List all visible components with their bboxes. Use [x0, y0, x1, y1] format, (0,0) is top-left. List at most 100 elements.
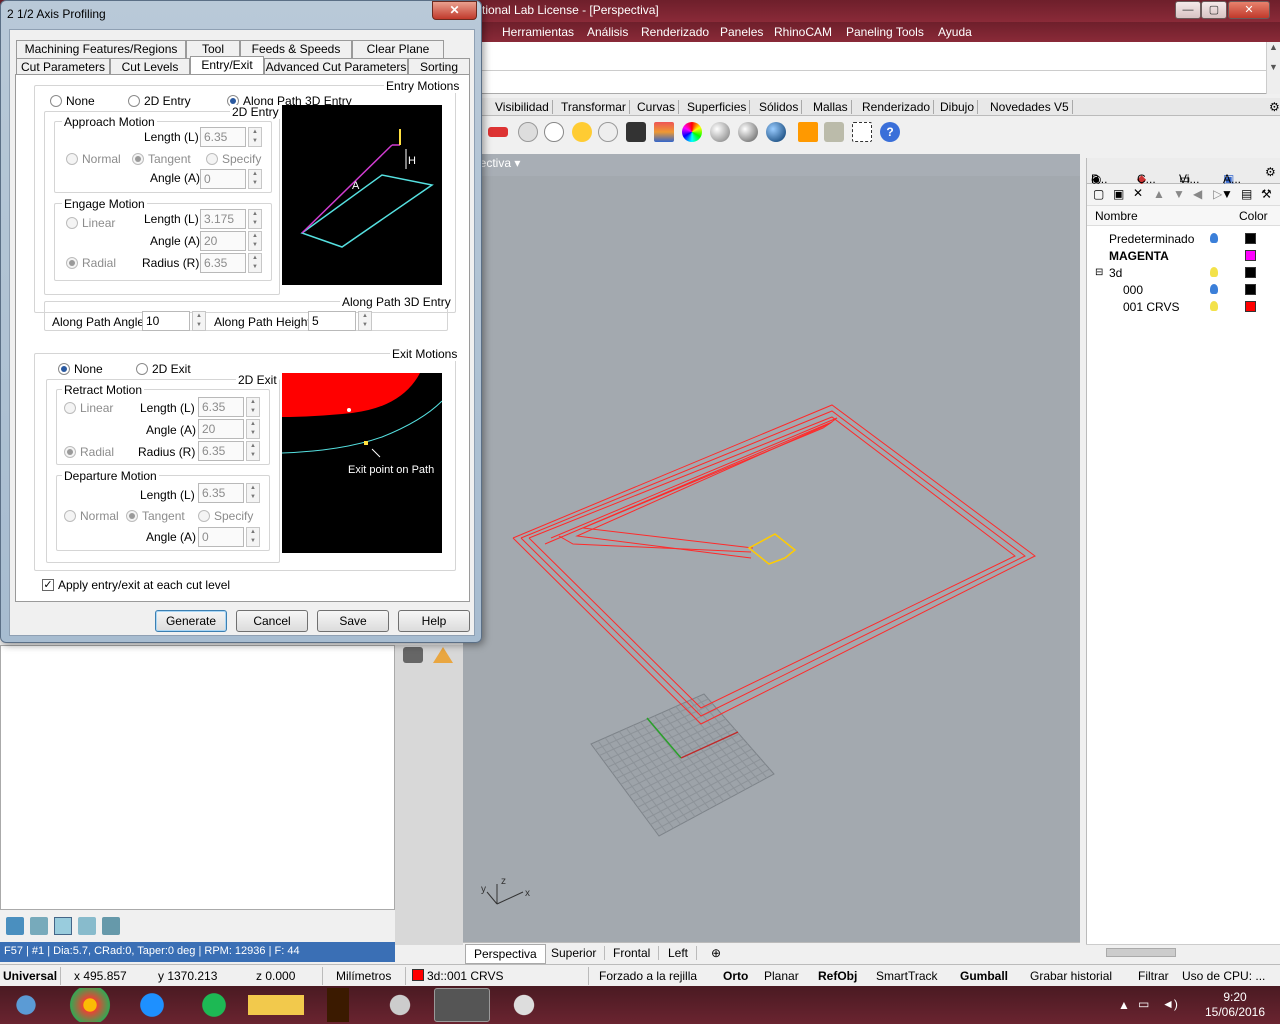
departure-angle-stepper[interactable]: ▲ ▼: [246, 527, 260, 547]
tab-frontal[interactable]: Frontal: [605, 946, 660, 960]
simulate-icon[interactable]: [30, 917, 48, 935]
cpu-usage[interactable]: Uso de CPU: ...: [1182, 969, 1265, 983]
tab-entry-exit[interactable]: Entry/Exit: [190, 56, 264, 76]
sphere-render-icon[interactable]: [710, 122, 730, 142]
light-icon[interactable]: [572, 122, 592, 142]
sun-icon[interactable]: [798, 122, 818, 142]
collapse-icon[interactable]: ⊟: [1095, 267, 1103, 278]
command-history[interactable]: ▲ ▼: [482, 42, 1280, 94]
restore-button[interactable]: ▢: [1201, 1, 1227, 19]
units-label[interactable]: Milímetros: [336, 969, 391, 983]
entry-2d-radio[interactable]: [128, 95, 140, 107]
tab-novedades-v5[interactable]: Novedades V5: [987, 100, 1073, 114]
layer-name[interactable]: Predeterminado: [1109, 232, 1194, 246]
tab-transformar[interactable]: Transformar: [558, 100, 630, 114]
engage-length-stepper[interactable]: ▲ ▼: [248, 209, 262, 229]
menu-item-herramientas[interactable]: Herramientas: [502, 25, 574, 39]
filter-toggle[interactable]: Filtrar: [1138, 969, 1169, 983]
delete-icon[interactable]: ✕: [1133, 186, 1143, 200]
layer-color-swatch[interactable]: [1245, 233, 1256, 244]
approach-specify-radio[interactable]: [206, 153, 218, 165]
layers-scrollbar[interactable]: [1086, 944, 1280, 960]
tab-dibujo[interactable]: Dibujo: [937, 100, 979, 114]
layer-name[interactable]: 001 CRVS: [1123, 300, 1179, 314]
menu-item-rhinocam[interactable]: RhinoCAM: [774, 25, 832, 39]
folder-icon[interactable]: [248, 988, 304, 1022]
tab-superior[interactable]: Superior: [543, 946, 606, 960]
sphere-shade-icon[interactable]: [738, 122, 758, 142]
along-path-angle-input[interactable]: 10: [142, 311, 190, 331]
rhino-icon[interactable]: [434, 988, 490, 1022]
generate-button[interactable]: Generate: [155, 610, 227, 632]
tab-solidos[interactable]: Sólidos: [756, 100, 803, 114]
menu-item-paneling-tools[interactable]: Paneling Tools: [846, 25, 924, 39]
network-icon[interactable]: ▭: [1138, 997, 1149, 1011]
material-icon[interactable]: [654, 122, 674, 142]
layer-color-swatch[interactable]: [1245, 250, 1256, 261]
menu-item-paneles[interactable]: Paneles: [720, 25, 763, 39]
lightbulb-icon[interactable]: [1210, 284, 1218, 294]
minimize-button[interactable]: —: [1175, 1, 1201, 19]
color-wheel-icon[interactable]: [682, 122, 702, 142]
settings-icon[interactable]: [824, 122, 844, 142]
internet-explorer-icon[interactable]: [124, 988, 180, 1022]
along-path-height-stepper[interactable]: ▲ ▼: [358, 311, 372, 331]
engage-radius-stepper[interactable]: ▲ ▼: [248, 253, 262, 273]
menu-item-analisis[interactable]: Análisis: [587, 25, 628, 39]
retract-length-stepper[interactable]: ▲ ▼: [246, 397, 260, 417]
post-icon[interactable]: [78, 917, 96, 935]
osnap-toggle[interactable]: RefObj: [818, 969, 857, 983]
layer-color-swatch[interactable]: [1245, 284, 1256, 295]
entry-none-radio[interactable]: [50, 95, 62, 107]
tab-superficies[interactable]: Superficies: [684, 100, 751, 114]
camera-icon[interactable]: [518, 122, 538, 142]
layer-row[interactable]: MAGENTA: [1087, 247, 1280, 264]
lightbulb-icon[interactable]: [1210, 301, 1218, 311]
save-button[interactable]: Save: [317, 610, 389, 632]
layer-color-swatch[interactable]: [1245, 301, 1256, 312]
tab-left[interactable]: Left: [660, 946, 698, 960]
tray-arrow-icon[interactable]: ▲: [1118, 998, 1130, 1012]
layer-color-swatch[interactable]: [412, 969, 424, 981]
layer-name[interactable]: 3d: [1109, 266, 1122, 280]
selection-icon[interactable]: [852, 122, 872, 142]
exit-none-radio[interactable]: [58, 363, 70, 375]
departure-length-input[interactable]: 6.35: [198, 483, 244, 503]
history-toggle[interactable]: Grabar historial: [1030, 969, 1112, 983]
tool-icon[interactable]: [102, 917, 120, 935]
document-icon[interactable]: ▤: [1241, 187, 1252, 201]
layer-name[interactable]: MAGENTA: [1109, 249, 1169, 263]
move-left-icon[interactable]: ◀: [1193, 187, 1202, 201]
paint-icon[interactable]: [496, 988, 552, 1022]
column-name[interactable]: Nombre: [1095, 209, 1138, 223]
lock-icon[interactable]: [626, 122, 646, 142]
bulb-icon[interactable]: [598, 122, 618, 142]
approach-angle-stepper[interactable]: ▲ ▼: [248, 169, 262, 189]
current-layer[interactable]: 3d::001 CRVS: [427, 969, 504, 983]
approach-length-input[interactable]: 6.35: [200, 127, 246, 147]
layer-row[interactable]: 001 CRVS: [1087, 298, 1280, 315]
chrome-icon[interactable]: [62, 988, 118, 1022]
lightbulb-icon[interactable]: [1210, 233, 1218, 243]
sphere-blue-icon[interactable]: [766, 122, 786, 142]
target-icon[interactable]: [544, 122, 564, 142]
departure-tangent-radio[interactable]: [126, 510, 138, 522]
tab-perspectiva[interactable]: Perspectiva: [465, 944, 546, 964]
toolpath-icon[interactable]: [54, 917, 72, 935]
layer-name[interactable]: 000: [1123, 283, 1143, 297]
retract-linear-radio[interactable]: [64, 402, 76, 414]
engage-radial-radio[interactable]: [66, 257, 78, 269]
engage-radius-input[interactable]: 6.35: [200, 253, 246, 273]
column-color[interactable]: Color: [1239, 209, 1268, 223]
add-viewport-icon[interactable]: ⊕: [703, 946, 729, 960]
perspective-viewport[interactable]: z x y: [463, 176, 1080, 942]
grid-snap-toggle[interactable]: Forzado a la rejilla: [599, 969, 697, 983]
approach-angle-input[interactable]: 0: [200, 169, 246, 189]
operation-icon[interactable]: [6, 917, 24, 935]
retract-angle-stepper[interactable]: ▲ ▼: [246, 419, 260, 439]
cancel-button[interactable]: Cancel: [236, 610, 308, 632]
dialog-close-button[interactable]: ✕: [432, 1, 477, 20]
tab-curvas[interactable]: Curvas: [634, 100, 680, 114]
close-button[interactable]: ✕: [1228, 1, 1270, 19]
layer-row[interactable]: ⊟ 3d: [1087, 264, 1280, 281]
